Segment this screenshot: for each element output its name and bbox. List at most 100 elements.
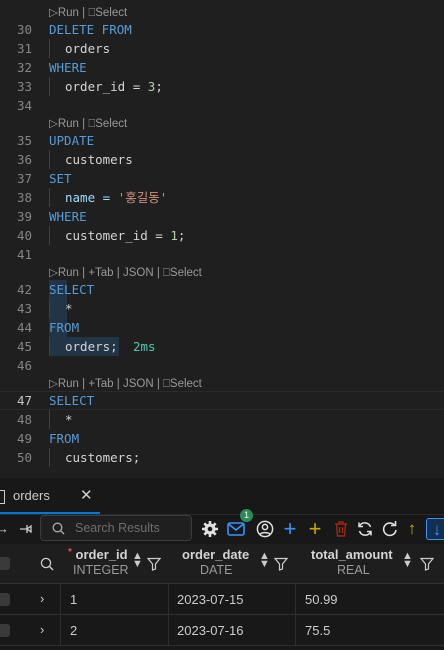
line-number: 49 xyxy=(16,431,32,446)
filter-icon[interactable] xyxy=(274,557,288,571)
column-header-order-date[interactable]: order_date xyxy=(182,547,249,562)
code-text: orders; xyxy=(65,339,118,354)
code-line[interactable]: 32 WHERE xyxy=(0,58,444,77)
sort-icon[interactable]: ▲ ▼ xyxy=(259,551,270,570)
code-line[interactable]: 33 order_id = 3; xyxy=(0,77,444,96)
chevron-right-icon[interactable]: › xyxy=(40,622,44,637)
cell-total-amount[interactable]: 75.5 xyxy=(305,615,330,646)
code-line[interactable]: 30 DELETE FROM xyxy=(0,20,444,39)
add-row-icon[interactable]: + xyxy=(280,518,300,540)
search-placeholder: Search Results xyxy=(75,521,160,535)
code-editor[interactable]: ▷Run | ⎕Select 30 DELETE FROM 31 orders 32… xyxy=(0,0,444,478)
code-line[interactable]: 38 name = '홍길동' xyxy=(0,188,444,207)
filter-icon[interactable] xyxy=(420,557,434,571)
line-number: 44 xyxy=(16,320,32,335)
column-header-order-id[interactable]: * order_id xyxy=(68,547,128,562)
code-text: orders xyxy=(65,41,111,56)
indent-guide xyxy=(49,448,50,467)
line-number: 41 xyxy=(16,247,32,262)
arrow-down-icon[interactable]: ↓ xyxy=(426,518,444,540)
code-line[interactable]: 49 FROM xyxy=(0,429,444,448)
code-text: SET xyxy=(49,171,72,186)
code-line[interactable]: 43 * xyxy=(0,299,444,318)
number-literal: 1 xyxy=(170,228,178,243)
code-text: SELECT xyxy=(49,282,95,297)
indent-guide xyxy=(49,150,50,169)
line-number: 47 xyxy=(16,393,32,408)
notification-badge: 1 xyxy=(240,509,253,522)
sort-icon[interactable]: ▲ ▼ xyxy=(132,551,143,570)
redo-icon[interactable] xyxy=(380,518,400,540)
code-line[interactable]: 47 SELECT xyxy=(0,391,444,410)
sort-icon[interactable]: ▲ ▼ xyxy=(402,551,413,570)
code-text: WHERE xyxy=(49,60,87,75)
refresh-icon[interactable] xyxy=(355,518,375,540)
line-number: 43 xyxy=(16,301,32,316)
code-line[interactable]: 39 WHERE xyxy=(0,207,444,226)
search-input[interactable]: Search Results xyxy=(40,515,192,541)
chevron-right-icon[interactable]: › xyxy=(40,591,44,606)
arrow-up-icon[interactable]: ↑ xyxy=(402,518,422,540)
code-line[interactable]: 42 SELECT xyxy=(0,280,444,299)
column-divider xyxy=(60,615,61,646)
line-number: 39 xyxy=(16,209,32,224)
indent-guide xyxy=(49,188,50,207)
indent-guide xyxy=(49,226,50,245)
table-row[interactable]: › 2 2023-07-16 75.5 xyxy=(0,615,444,646)
line-number: 46 xyxy=(16,358,32,373)
cell-order-id[interactable]: 1 xyxy=(70,584,77,615)
account-icon[interactable] xyxy=(255,518,275,540)
code-line[interactable]: 37 SET xyxy=(0,169,444,188)
code-text: customer_id = 1; xyxy=(65,226,185,245)
indent-guide xyxy=(49,39,50,58)
column-type: DATE xyxy=(200,563,233,577)
row-checkbox[interactable] xyxy=(0,593,10,606)
code-line[interactable]: 48 * xyxy=(0,410,444,429)
line-number: 34 xyxy=(16,98,32,113)
code-line[interactable]: 45 orders; 2ms xyxy=(0,337,444,356)
code-line[interactable]: 36 customers xyxy=(0,150,444,169)
code-line[interactable]: 50 customers; xyxy=(0,448,444,467)
cell-order-date[interactable]: 2023-07-16 xyxy=(177,615,244,646)
code-line[interactable]: 34 xyxy=(0,96,444,115)
cell-total-amount[interactable]: 50.99 xyxy=(305,584,338,615)
filter-icon[interactable] xyxy=(147,557,161,571)
table-row[interactable]: › 1 2023-07-15 50.99 xyxy=(0,584,444,615)
code-line[interactable]: 40 customer_id = 1; xyxy=(0,226,444,245)
code-line[interactable]: 44 FROM xyxy=(0,318,444,337)
tab-orders[interactable]: orders ✕ xyxy=(0,478,100,514)
indent-guide xyxy=(49,77,50,96)
column-divider xyxy=(168,584,169,615)
code-text: customers xyxy=(65,152,133,167)
add-column-icon[interactable]: + xyxy=(305,518,325,540)
pin-icon[interactable] xyxy=(16,518,36,540)
close-icon[interactable]: ✕ xyxy=(80,486,93,504)
code-line[interactable]: 35 UPDATE xyxy=(0,131,444,150)
column-type: INTEGER xyxy=(73,563,129,577)
code-line[interactable]: 46 xyxy=(0,356,444,375)
grid-header: * order_id INTEGER ▲ ▼ order_date DATE ▲ ▼… xyxy=(0,544,444,584)
column-name: total_amount xyxy=(311,547,393,562)
code-text: customers; xyxy=(65,450,141,465)
cell-order-id[interactable]: 2 xyxy=(70,615,77,646)
table-icon xyxy=(0,490,5,504)
cell-order-date[interactable]: 2023-07-15 xyxy=(177,584,244,615)
code-line[interactable]: 31 orders xyxy=(0,39,444,58)
line-number: 36 xyxy=(16,152,32,167)
column-name: order_date xyxy=(182,547,250,562)
column-header-total-amount[interactable]: total_amount xyxy=(311,547,393,562)
results-tab-bar: orders ✕ xyxy=(0,478,444,515)
row-checkbox[interactable] xyxy=(0,624,10,637)
code-line[interactable]: 41 xyxy=(0,245,444,264)
arrow-right-icon[interactable]: → xyxy=(0,518,9,540)
code-text: FROM xyxy=(49,320,80,335)
select-all-checkbox[interactable] xyxy=(0,557,10,570)
indent-guide xyxy=(49,337,50,356)
column-divider xyxy=(295,584,296,615)
gear-icon[interactable] xyxy=(200,518,220,540)
line-number: 35 xyxy=(16,133,32,148)
search-icon[interactable] xyxy=(40,557,54,571)
tab-label: orders xyxy=(13,488,50,503)
trash-icon[interactable] xyxy=(331,518,351,540)
search-icon xyxy=(52,522,65,535)
